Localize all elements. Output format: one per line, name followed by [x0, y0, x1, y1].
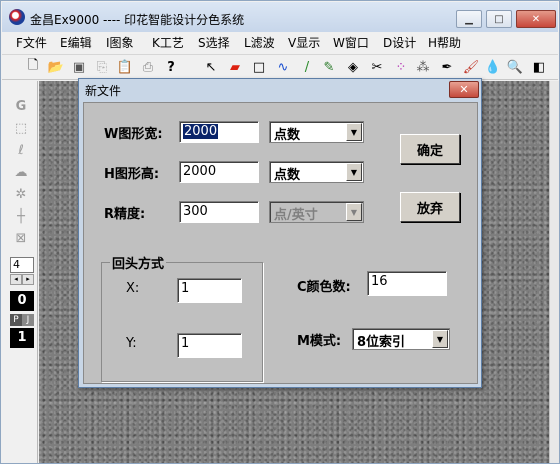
colors-label: C颜色数: [297, 280, 351, 295]
brush-stroke-icon[interactable]: ∿ [274, 58, 292, 76]
mode-label: M模式: [297, 334, 342, 349]
mode-p-toggle[interactable]: P [10, 314, 22, 326]
width-value: 2000 [183, 124, 219, 139]
copy-icon[interactable]: ⎘ [93, 58, 111, 76]
colors-value: 16 [371, 274, 388, 289]
height-value: 2000 [183, 164, 217, 179]
spray-icon[interactable]: ⁂ [414, 58, 432, 76]
fill-bucket-icon[interactable]: ◈ [344, 58, 362, 76]
paintbrush-icon[interactable]: 🖌 [462, 58, 480, 76]
menu-help[interactable]: H帮助 [428, 34, 461, 51]
title-bar: 金昌Ex9000 ---- 印花智能设计分色系统 ▁ □ ✕ [2, 2, 558, 32]
height-input[interactable]: 2000 [179, 161, 259, 183]
height-unit-select[interactable]: 点数 ▼ [269, 161, 364, 183]
menu-image[interactable]: I图象 [106, 34, 134, 51]
zoom-icon[interactable]: 🔍 [506, 58, 524, 76]
pointer-icon[interactable]: ↖ [202, 58, 220, 76]
app-title: 金昌Ex9000 ---- 印花智能设计分色系统 [30, 13, 245, 27]
height-unit-value: 点数 [274, 168, 301, 183]
node-icon[interactable]: ⁘ [392, 58, 410, 76]
decrease-arrow-icon[interactable]: ◂ [10, 274, 22, 285]
menu-craft[interactable]: K工艺 [152, 34, 184, 51]
x-input[interactable]: 1 [177, 278, 242, 303]
mode-value: 8位索引 [357, 335, 406, 350]
crop-icon[interactable]: ⊠ [12, 229, 30, 247]
resolution-label: R精度: [104, 207, 146, 222]
width-label: W图形宽: [104, 127, 163, 142]
y-value: 1 [181, 336, 190, 351]
increase-arrow-icon[interactable]: ▸ [22, 274, 34, 285]
mode-select[interactable]: 8位索引 ▼ [352, 328, 450, 350]
group-icon[interactable]: G [12, 97, 30, 115]
crosshair-icon[interactable]: ┼ [12, 207, 30, 225]
close-button[interactable]: ✕ [516, 10, 556, 28]
scissors-icon[interactable]: ✂ [368, 58, 386, 76]
help-icon[interactable]: ? [162, 58, 180, 76]
value-one-box: 1 [10, 328, 34, 348]
open-folder-icon[interactable]: 📂 [47, 58, 65, 76]
y-label: Y: [126, 336, 137, 351]
mode-j-toggle[interactable]: J [22, 314, 34, 326]
print-icon[interactable]: ⎙ [139, 58, 157, 76]
resolution-value: 300 [183, 204, 208, 219]
eyedropper-icon[interactable]: 💧 [484, 58, 502, 76]
menu-edit[interactable]: E编辑 [60, 34, 92, 51]
menu-bar: F文件 E编辑 I图象 K工艺 S选择 L滤波 V显示 W窗口 D设计 H帮助 [2, 32, 558, 52]
y-input[interactable]: 1 [177, 333, 242, 358]
dropdown-arrow-icon: ▼ [346, 123, 362, 141]
pencil-icon[interactable]: ✎ [320, 58, 338, 76]
dialog-title: 新文件 [85, 84, 122, 98]
x-label: X: [126, 281, 140, 296]
gradient-icon[interactable]: ◧ [530, 58, 548, 76]
dropdown-arrow-icon: ▼ [346, 163, 362, 181]
width-unit-select[interactable]: 点数 ▼ [269, 121, 364, 143]
dialog-close-button[interactable]: ✕ [449, 81, 479, 98]
menu-file[interactable]: F文件 [16, 34, 47, 51]
maximize-button[interactable]: □ [486, 10, 512, 28]
rectangle-icon[interactable]: □ [250, 58, 268, 76]
vertical-scrollbar[interactable] [549, 81, 559, 463]
width-unit-value: 点数 [274, 128, 301, 143]
cancel-button[interactable]: 放弃 [400, 192, 460, 222]
new-file-icon[interactable]: 🗋 [24, 58, 42, 76]
resolution-unit-value: 点/英寸 [274, 208, 318, 223]
height-label: H图形高: [104, 167, 160, 182]
menu-window[interactable]: W窗口 [333, 34, 369, 51]
menu-filter[interactable]: L滤波 [244, 34, 275, 51]
pen-icon[interactable]: ✒ [438, 58, 456, 76]
menu-select[interactable]: S选择 [198, 34, 230, 51]
eraser-icon[interactable]: ▰ [226, 58, 244, 76]
colors-input[interactable]: 16 [367, 271, 447, 296]
x-value: 1 [181, 281, 190, 296]
magic-select-icon[interactable]: ✲ [12, 185, 30, 203]
resolution-unit-select: 点/英寸 ▼ [269, 201, 364, 223]
marquee-icon[interactable]: ⬚ [12, 119, 30, 137]
dialog-body: W图形宽: 2000 点数 ▼ H图形高: 2000 点数 ▼ R精度: 300… [83, 102, 478, 384]
save-icon[interactable]: ▣ [70, 58, 88, 76]
ok-button[interactable]: 确定 [400, 134, 460, 164]
value-zero-box: 0 [10, 291, 34, 311]
repeat-mode-title: 回头方式 [110, 253, 167, 272]
minimize-button[interactable]: ▁ [456, 10, 482, 28]
blob-icon[interactable]: ☁ [12, 163, 30, 181]
width-input[interactable]: 2000 [179, 121, 259, 143]
dropdown-arrow-icon: ▼ [432, 330, 448, 348]
app-logo-icon [9, 9, 25, 25]
dropdown-arrow-icon: ▼ [346, 203, 362, 221]
paste-icon[interactable]: 📋 [116, 58, 134, 76]
line-icon[interactable]: / [298, 58, 316, 76]
left-toolbox: G ⬚ ℓ ☁ ✲ ┼ ⊠ 4 ◂ ▸ 0 P J 1 [2, 81, 38, 463]
new-file-dialog: 新文件 ✕ W图形宽: 2000 点数 ▼ H图形高: 2000 点数 ▼ R精… [78, 78, 482, 388]
lasso-icon[interactable]: ℓ [12, 141, 30, 159]
brush-size-field[interactable]: 4 [10, 257, 34, 273]
toolbar: 🗋 📂 ▣ ⎘ 📋 ⎙ ? ↖ ▰ □ ∿ / ✎ ◈ ✂ ⁘ ⁂ ✒ 🖌 💧 … [2, 54, 558, 80]
menu-design[interactable]: D设计 [383, 34, 416, 51]
menu-view[interactable]: V显示 [288, 34, 320, 51]
resolution-input[interactable]: 300 [179, 201, 259, 223]
